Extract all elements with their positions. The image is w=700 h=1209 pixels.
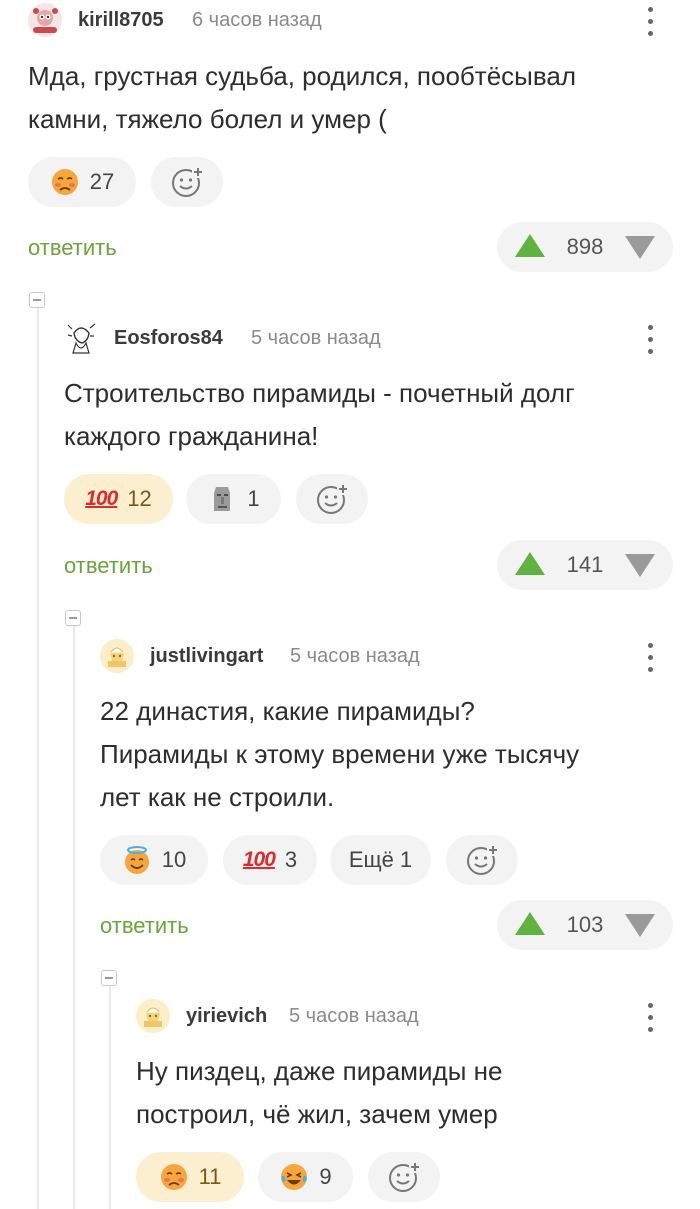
reply-link[interactable]: ответить [28,235,117,261]
timestamp: 5 часов назад [290,645,420,667]
rating-control: 103 [497,900,673,950]
add-reaction-icon [387,1160,421,1194]
more-options-icon[interactable] [648,1003,654,1033]
collapse-thread-button[interactable] [29,292,45,308]
reaction-button[interactable]: 10 [100,835,208,885]
rating-control: 898 [497,222,673,272]
reaction-count: 3 [284,847,298,872]
timestamp: 6 часов назад [192,9,322,31]
downvote-icon[interactable] [625,554,655,577]
avatar[interactable] [100,639,134,673]
add-reaction-icon [465,843,499,877]
more-reactions-label: Ещё 1 [348,847,413,872]
reaction-button[interactable]: 1 [186,474,281,524]
reaction-count: 9 [319,1164,332,1189]
thread-line [73,618,75,1209]
reaction-count: 12 [127,486,152,511]
add-reaction-icon [170,165,204,199]
comment-text: Строительство пирамиды - почетный долг к… [64,378,575,451]
username[interactable]: yirievich [186,1005,267,1028]
reaction-count: 1 [247,486,260,511]
avatar[interactable] [136,999,170,1033]
reaction-button[interactable]: 27 [28,157,136,207]
reaction-count: 10 [161,847,187,872]
reply-link[interactable]: ответить [100,913,189,939]
reaction-button[interactable]: 100 12 [64,474,173,524]
downvote-icon[interactable] [625,236,655,259]
reaction-button[interactable]: 11 [136,1152,244,1202]
reaction-count: 11 [198,1164,222,1189]
halo-smile-icon [122,845,152,875]
comment-text: 22 династия, какие пирамиды? Пирамиды к … [100,696,580,812]
downvote-icon[interactable] [625,914,655,937]
add-reaction-icon [315,482,349,516]
username[interactable]: kirill8705 [78,9,164,32]
thread-line [37,300,39,1209]
reaction-button[interactable]: 9 [258,1152,353,1202]
username[interactable]: Eosforos84 [114,327,223,350]
more-options-icon[interactable] [648,643,654,673]
more-reactions-button[interactable]: Ещё 1 [330,835,431,885]
avatar[interactable] [28,3,62,37]
thread-line [109,978,111,1209]
add-reaction-button[interactable] [151,157,223,207]
collapse-thread-button[interactable] [65,610,81,626]
sad-face-icon [50,167,80,197]
reaction-count: 27 [89,169,115,194]
more-options-icon[interactable] [648,7,654,37]
avatar[interactable] [64,321,98,355]
moai-icon [207,484,237,514]
collapse-thread-button[interactable] [101,970,117,986]
username[interactable]: justlivingart [150,645,263,668]
timestamp: 5 часов назад [289,1005,419,1027]
hundred-points-icon: 100 [242,848,276,871]
timestamp: 5 часов назад [251,327,381,349]
sad-face-icon [159,1162,189,1192]
reply-link[interactable]: ответить [64,553,153,579]
rating-control: 141 [497,540,673,590]
add-reaction-button[interactable] [368,1152,440,1202]
tears-of-joy-icon [279,1162,309,1192]
reaction-button[interactable]: 100 3 [223,835,317,885]
more-options-icon[interactable] [648,325,654,355]
hundred-points-icon: 100 [85,487,118,510]
add-reaction-button[interactable] [296,474,368,524]
comment-text: Мда, грустная судьба, родился, пообтёсыв… [28,61,577,134]
comment-text: Ну пиздец, даже пирамиды не построил, чё… [136,1056,503,1129]
add-reaction-button[interactable] [446,835,518,885]
